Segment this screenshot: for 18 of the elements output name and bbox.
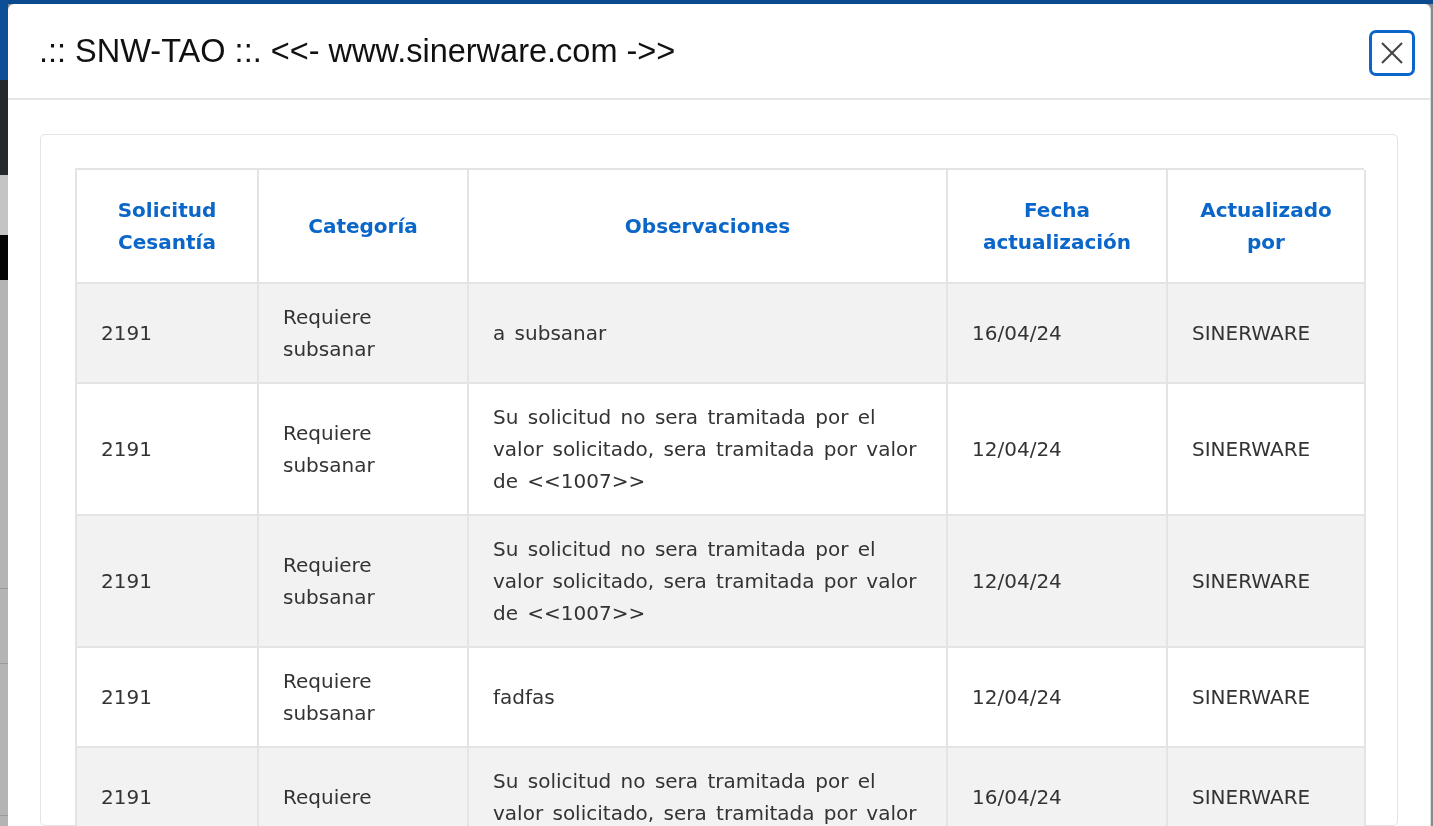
table-cell: Requiere <box>259 748 469 826</box>
close-button[interactable] <box>1369 30 1415 76</box>
close-icon <box>1381 42 1403 64</box>
table-cell: 2191 <box>77 284 259 384</box>
table-cell: a subsanar <box>469 284 948 384</box>
table-cell: Requiere subsanar <box>259 516 469 648</box>
table-cell: 2191 <box>77 748 259 826</box>
table-cell: Su solicitud no sera tramitada por el valor solicitado, sera tramitada por valor de <<1007>> <box>469 516 948 648</box>
table-cell: Su solicitud no sera tramitada por el valor solicitado, sera tramitada por valor <box>469 748 948 826</box>
table-cell: SINERWARE <box>1168 748 1366 826</box>
dialog-title: .:: SNW-TAO ::. <<- www.sinerware.com ->> <box>39 32 676 70</box>
table-cell: SINERWARE <box>1168 516 1366 648</box>
table-cell: Requiere subsanar <box>259 284 469 384</box>
table-cell: SINERWARE <box>1168 284 1366 384</box>
table-cell: 12/04/24 <box>948 516 1168 648</box>
table-cell: 2191 <box>77 516 259 648</box>
table-cell: 16/04/24 <box>948 748 1168 826</box>
table-cell: 16/04/24 <box>948 284 1168 384</box>
